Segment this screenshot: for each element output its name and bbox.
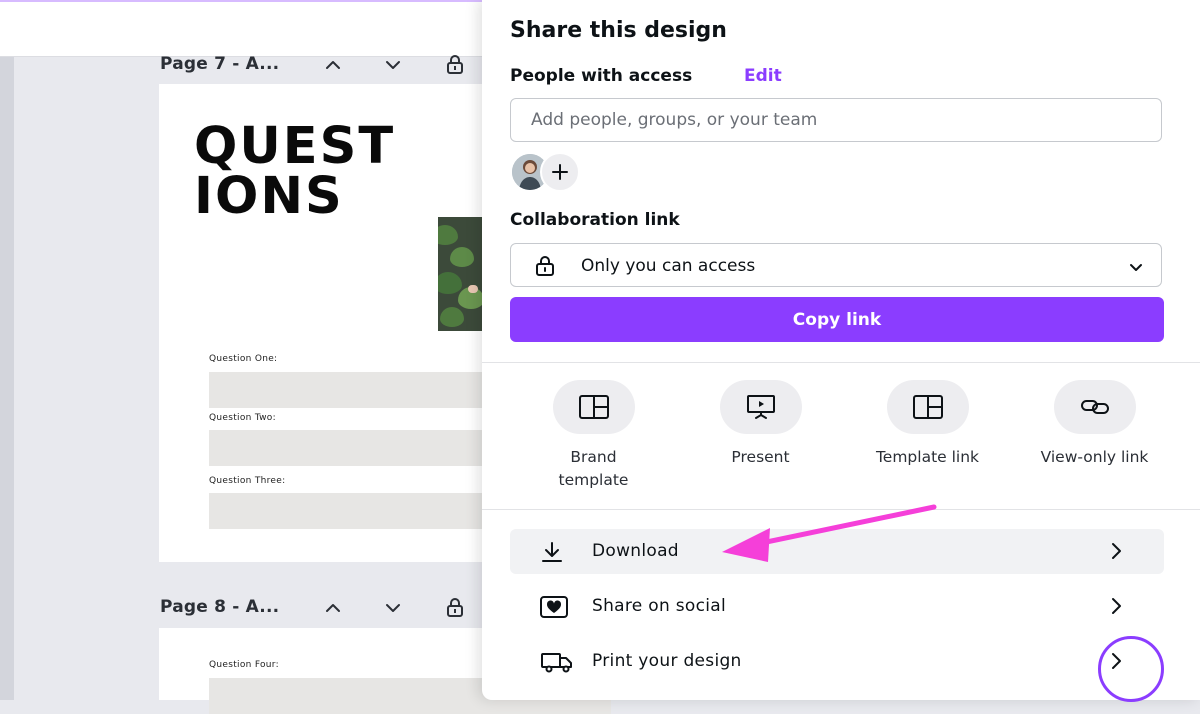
divider bbox=[482, 509, 1200, 510]
add-people-input[interactable] bbox=[510, 98, 1162, 142]
collaboration-access-select[interactable]: Only you can access bbox=[510, 243, 1162, 287]
chevron-down-icon bbox=[386, 604, 400, 612]
share-panel: Share this design People with access Edi… bbox=[482, 0, 1200, 700]
lock-icon bbox=[536, 256, 554, 276]
move-page-up-button[interactable] bbox=[318, 50, 348, 80]
chevron-right-icon bbox=[1112, 543, 1121, 559]
heart-icon bbox=[540, 596, 568, 618]
brand-template-option[interactable]: Brand template bbox=[510, 380, 677, 492]
question-label: Question One: bbox=[209, 354, 278, 364]
option-icon-circle bbox=[1053, 380, 1136, 434]
download-icon bbox=[542, 542, 562, 562]
page-7-header: Page 7 - A... bbox=[160, 50, 480, 80]
copy-link-button[interactable]: Copy link bbox=[510, 297, 1164, 342]
lock-page-button[interactable] bbox=[440, 50, 470, 80]
answer-box bbox=[209, 493, 489, 529]
share-panel-title: Share this design bbox=[510, 18, 727, 43]
question-label: Question Two: bbox=[209, 413, 276, 423]
option-icon-circle bbox=[886, 380, 969, 434]
title-line-1: QUEST bbox=[194, 117, 396, 176]
option-icon-circle bbox=[719, 380, 802, 434]
chevron-down-icon bbox=[1130, 264, 1142, 271]
presentation-icon bbox=[746, 395, 775, 419]
page-title-questions: QUEST IONS bbox=[194, 117, 396, 226]
option-label: Template link bbox=[875, 448, 980, 466]
chevron-up-icon bbox=[326, 61, 340, 69]
layout-icon bbox=[912, 395, 943, 419]
left-scroll-strip bbox=[0, 57, 14, 700]
page-7-canvas[interactable]: QUEST IONS Question One: Question Two: Q… bbox=[159, 84, 489, 562]
help-button-outline[interactable] bbox=[1098, 636, 1164, 702]
divider bbox=[482, 362, 1200, 363]
collaboration-link-label: Collaboration link bbox=[510, 210, 680, 230]
option-label: View-only link bbox=[1040, 448, 1149, 466]
link-icon bbox=[1080, 400, 1109, 414]
print-your-design-row[interactable]: Print your design bbox=[510, 639, 1164, 684]
unlock-icon bbox=[447, 598, 463, 617]
edit-access-link[interactable]: Edit bbox=[744, 66, 782, 86]
share-on-social-label: Share on social bbox=[592, 596, 727, 616]
page-8-label: Page 8 - A... bbox=[160, 597, 280, 617]
answer-box bbox=[209, 372, 489, 408]
lock-icon bbox=[447, 55, 463, 74]
question-label: Question Three: bbox=[209, 476, 286, 486]
view-only-link-option[interactable]: View-only link bbox=[1011, 380, 1178, 469]
truck-icon bbox=[541, 653, 572, 673]
move-page-down-button[interactable] bbox=[378, 50, 408, 80]
title-line-2: IONS bbox=[194, 167, 344, 226]
download-label: Download bbox=[592, 541, 679, 561]
answer-box bbox=[209, 430, 489, 466]
collaboration-access-value: Only you can access bbox=[581, 256, 756, 276]
template-link-option[interactable]: Template link bbox=[844, 380, 1011, 469]
move-page-down-button[interactable] bbox=[378, 593, 408, 623]
print-your-design-label: Print your design bbox=[592, 651, 742, 671]
layout-icon bbox=[578, 395, 609, 419]
chevron-down-icon bbox=[386, 61, 400, 69]
add-person-button[interactable] bbox=[540, 152, 580, 192]
present-option[interactable]: Present bbox=[677, 380, 844, 469]
option-icon-circle bbox=[552, 380, 635, 434]
download-row[interactable]: Download bbox=[510, 529, 1164, 574]
option-label: Brand template bbox=[558, 448, 629, 489]
question-label: Question Four: bbox=[209, 660, 279, 670]
share-options: Brand template Present Template link Vie… bbox=[510, 380, 1170, 500]
move-page-up-button[interactable] bbox=[318, 593, 348, 623]
option-label: Present bbox=[731, 448, 790, 466]
share-on-social-row[interactable]: Share on social bbox=[510, 584, 1164, 629]
lock-page-button[interactable] bbox=[440, 593, 470, 623]
plus-icon bbox=[552, 164, 568, 180]
page-7-label: Page 7 - A... bbox=[160, 54, 280, 74]
chevron-up-icon bbox=[326, 604, 340, 612]
chevron-right-icon bbox=[1112, 598, 1121, 614]
people-with-access-label: People with access bbox=[510, 66, 693, 86]
plant-photo bbox=[438, 217, 488, 331]
page-8-header: Page 8 - A... bbox=[160, 593, 480, 623]
